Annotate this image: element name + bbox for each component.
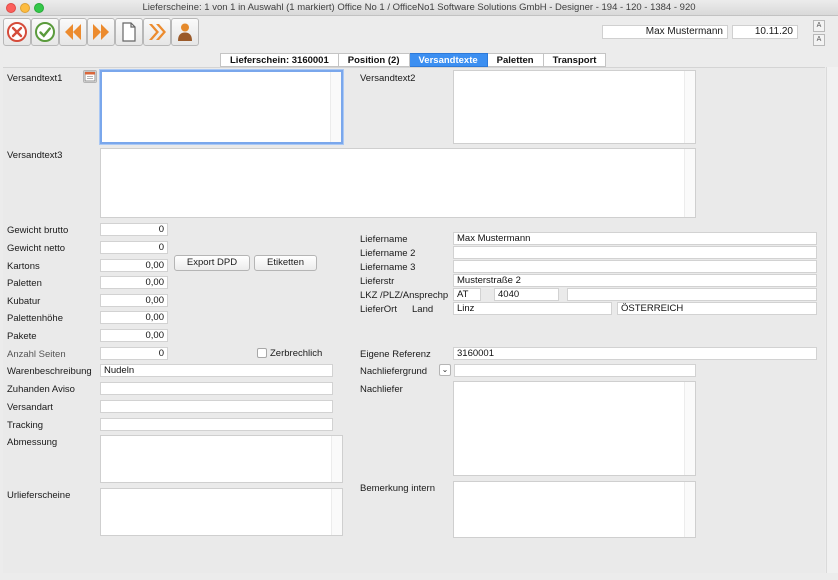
chevron-down-icon: ⌄ [441,365,449,374]
tracking-field[interactable] [100,418,333,431]
abmessung-label: Abmessung [7,437,58,448]
cancel-button[interactable] [3,18,31,46]
pakete-label: Pakete [7,331,37,342]
liefername2-label: Liefername 2 [360,248,416,259]
document-icon [122,22,136,42]
etiketten-button[interactable]: Etiketten [254,255,317,271]
versandart-label: Versandart [7,402,53,413]
land-field[interactable]: ÖSTERREICH [617,302,817,315]
liefername-label: Liefername [360,234,408,245]
gewicht-netto-label: Gewicht netto [7,243,66,254]
zerbrechlich-checkbox[interactable] [257,348,267,358]
tab-bar: Lieferschein: 3160001 Position (2) Versa… [220,53,607,67]
eigene-referenz-label: Eigene Referenz [360,349,431,360]
nachliefer-label: Nachliefer [360,384,403,395]
next-icon [93,24,109,40]
current-date-field: 10.11.20 [732,25,798,39]
ansprechpartner-field[interactable] [567,288,817,301]
palettenhoehe-field[interactable]: 0,00 [100,311,168,324]
warenbeschreibung-label: Warenbeschreibung [7,366,92,377]
kubatur-label: Kubatur [7,296,41,307]
pakete-field[interactable]: 0,00 [100,329,168,342]
lieferstr-label: Lieferstr [360,276,395,287]
confirm-icon [35,22,55,42]
paletten-field[interactable]: 0,00 [100,276,168,289]
gewicht-brutto-field[interactable]: 0 [100,223,168,236]
versandart-field[interactable] [100,400,333,413]
font-increase-icon[interactable]: A [813,20,825,32]
nachliefergrund-dropdown[interactable]: ⌄ [439,364,451,376]
nachliefergrund-field[interactable] [454,364,696,377]
minimize-window-button[interactable] [20,3,30,13]
anzahl-seiten-field[interactable]: 0 [100,347,168,360]
abmessung-textarea[interactable] [100,435,343,483]
versandtext3-label: Versandtext3 [7,150,63,161]
tracking-label: Tracking [7,420,44,431]
user-icon [178,23,192,41]
versandtext1-textarea[interactable] [100,70,343,144]
palettenhoehe-label: Palettenhöhe [7,313,63,324]
cancel-icon [7,22,27,42]
tab-lieferschein[interactable]: Lieferschein: 3160001 [220,53,339,67]
lkz-plz-ansprech-label: LKZ /PLZ/Ansprechp [360,290,449,301]
new-document-button[interactable] [115,18,143,46]
warenbeschreibung-field[interactable]: Nudeln [100,364,333,377]
font-decrease-icon[interactable]: A [813,34,825,46]
zuhanden-aviso-field[interactable] [100,382,333,395]
versandtext3-textarea[interactable] [100,148,696,218]
tab-versandtexte[interactable]: Versandtexte [409,53,488,67]
close-window-button[interactable] [6,3,16,13]
previous-button[interactable] [59,18,87,46]
export-dpd-button[interactable]: Export DPD [174,255,250,271]
versandtext2-label: Versandtext2 [360,73,416,84]
lkz-field[interactable]: AT [453,288,481,301]
title-bar: Lieferscheine: 1 von 1 in Auswahl (1 mar… [0,0,838,16]
last-icon [149,24,166,40]
calendar-button[interactable] [83,70,97,83]
kubatur-field[interactable]: 0,00 [100,294,168,307]
plz-field[interactable]: 4040 [494,288,559,301]
liefername3-field[interactable] [453,260,817,273]
lieferstr-field[interactable]: Musterstraße 2 [453,274,817,287]
paletten-label: Paletten [7,278,42,289]
versandtext2-textarea[interactable] [453,70,696,144]
bemerkung-intern-label: Bemerkung intern [360,483,435,494]
tab-transport[interactable]: Transport [543,53,607,67]
gewicht-brutto-label: Gewicht brutto [7,225,69,236]
lieferort-field[interactable]: Linz [453,302,612,315]
liefername-field[interactable]: Max Mustermann [453,232,817,245]
tab-position[interactable]: Position (2) [338,53,410,67]
previous-icon [65,24,81,40]
urlieferscheine-textarea[interactable] [100,488,343,536]
liefername2-field[interactable] [453,246,817,259]
current-user-field: Max Mustermann [602,25,728,39]
kartons-field[interactable]: 0,00 [100,259,168,272]
user-button[interactable] [171,18,199,46]
land-label: Land [412,304,434,315]
bemerkung-intern-textarea[interactable] [453,481,696,538]
confirm-button[interactable] [31,18,59,46]
next-button[interactable] [87,18,115,46]
last-button[interactable] [143,18,171,46]
nachliefer-textarea[interactable] [453,381,696,476]
zuhanden-aviso-label: Zuhanden Aviso [7,384,75,395]
zoom-window-button[interactable] [34,3,44,13]
window-title: Lieferscheine: 1 von 1 in Auswahl (1 mar… [142,2,696,13]
calendar-icon [84,71,96,82]
anzahl-seiten-label: Anzahl Seiten [7,349,66,360]
urlieferscheine-label: Urlieferscheine [7,490,71,501]
eigene-referenz-field[interactable]: 3160001 [453,347,817,360]
nachliefergrund-label: Nachliefergrund [360,366,428,377]
vertical-scrollbar[interactable] [826,67,838,573]
gewicht-netto-field[interactable]: 0 [100,241,168,254]
zerbrechlich-label: Zerbrechlich [270,348,323,359]
versandtext1-label: Versandtext1 [7,73,63,84]
tab-paletten[interactable]: Paletten [487,53,544,67]
liefername3-label: Liefername 3 [360,262,416,273]
kartons-label: Kartons [7,261,40,272]
lieferort-label: LieferOrt [360,304,397,315]
